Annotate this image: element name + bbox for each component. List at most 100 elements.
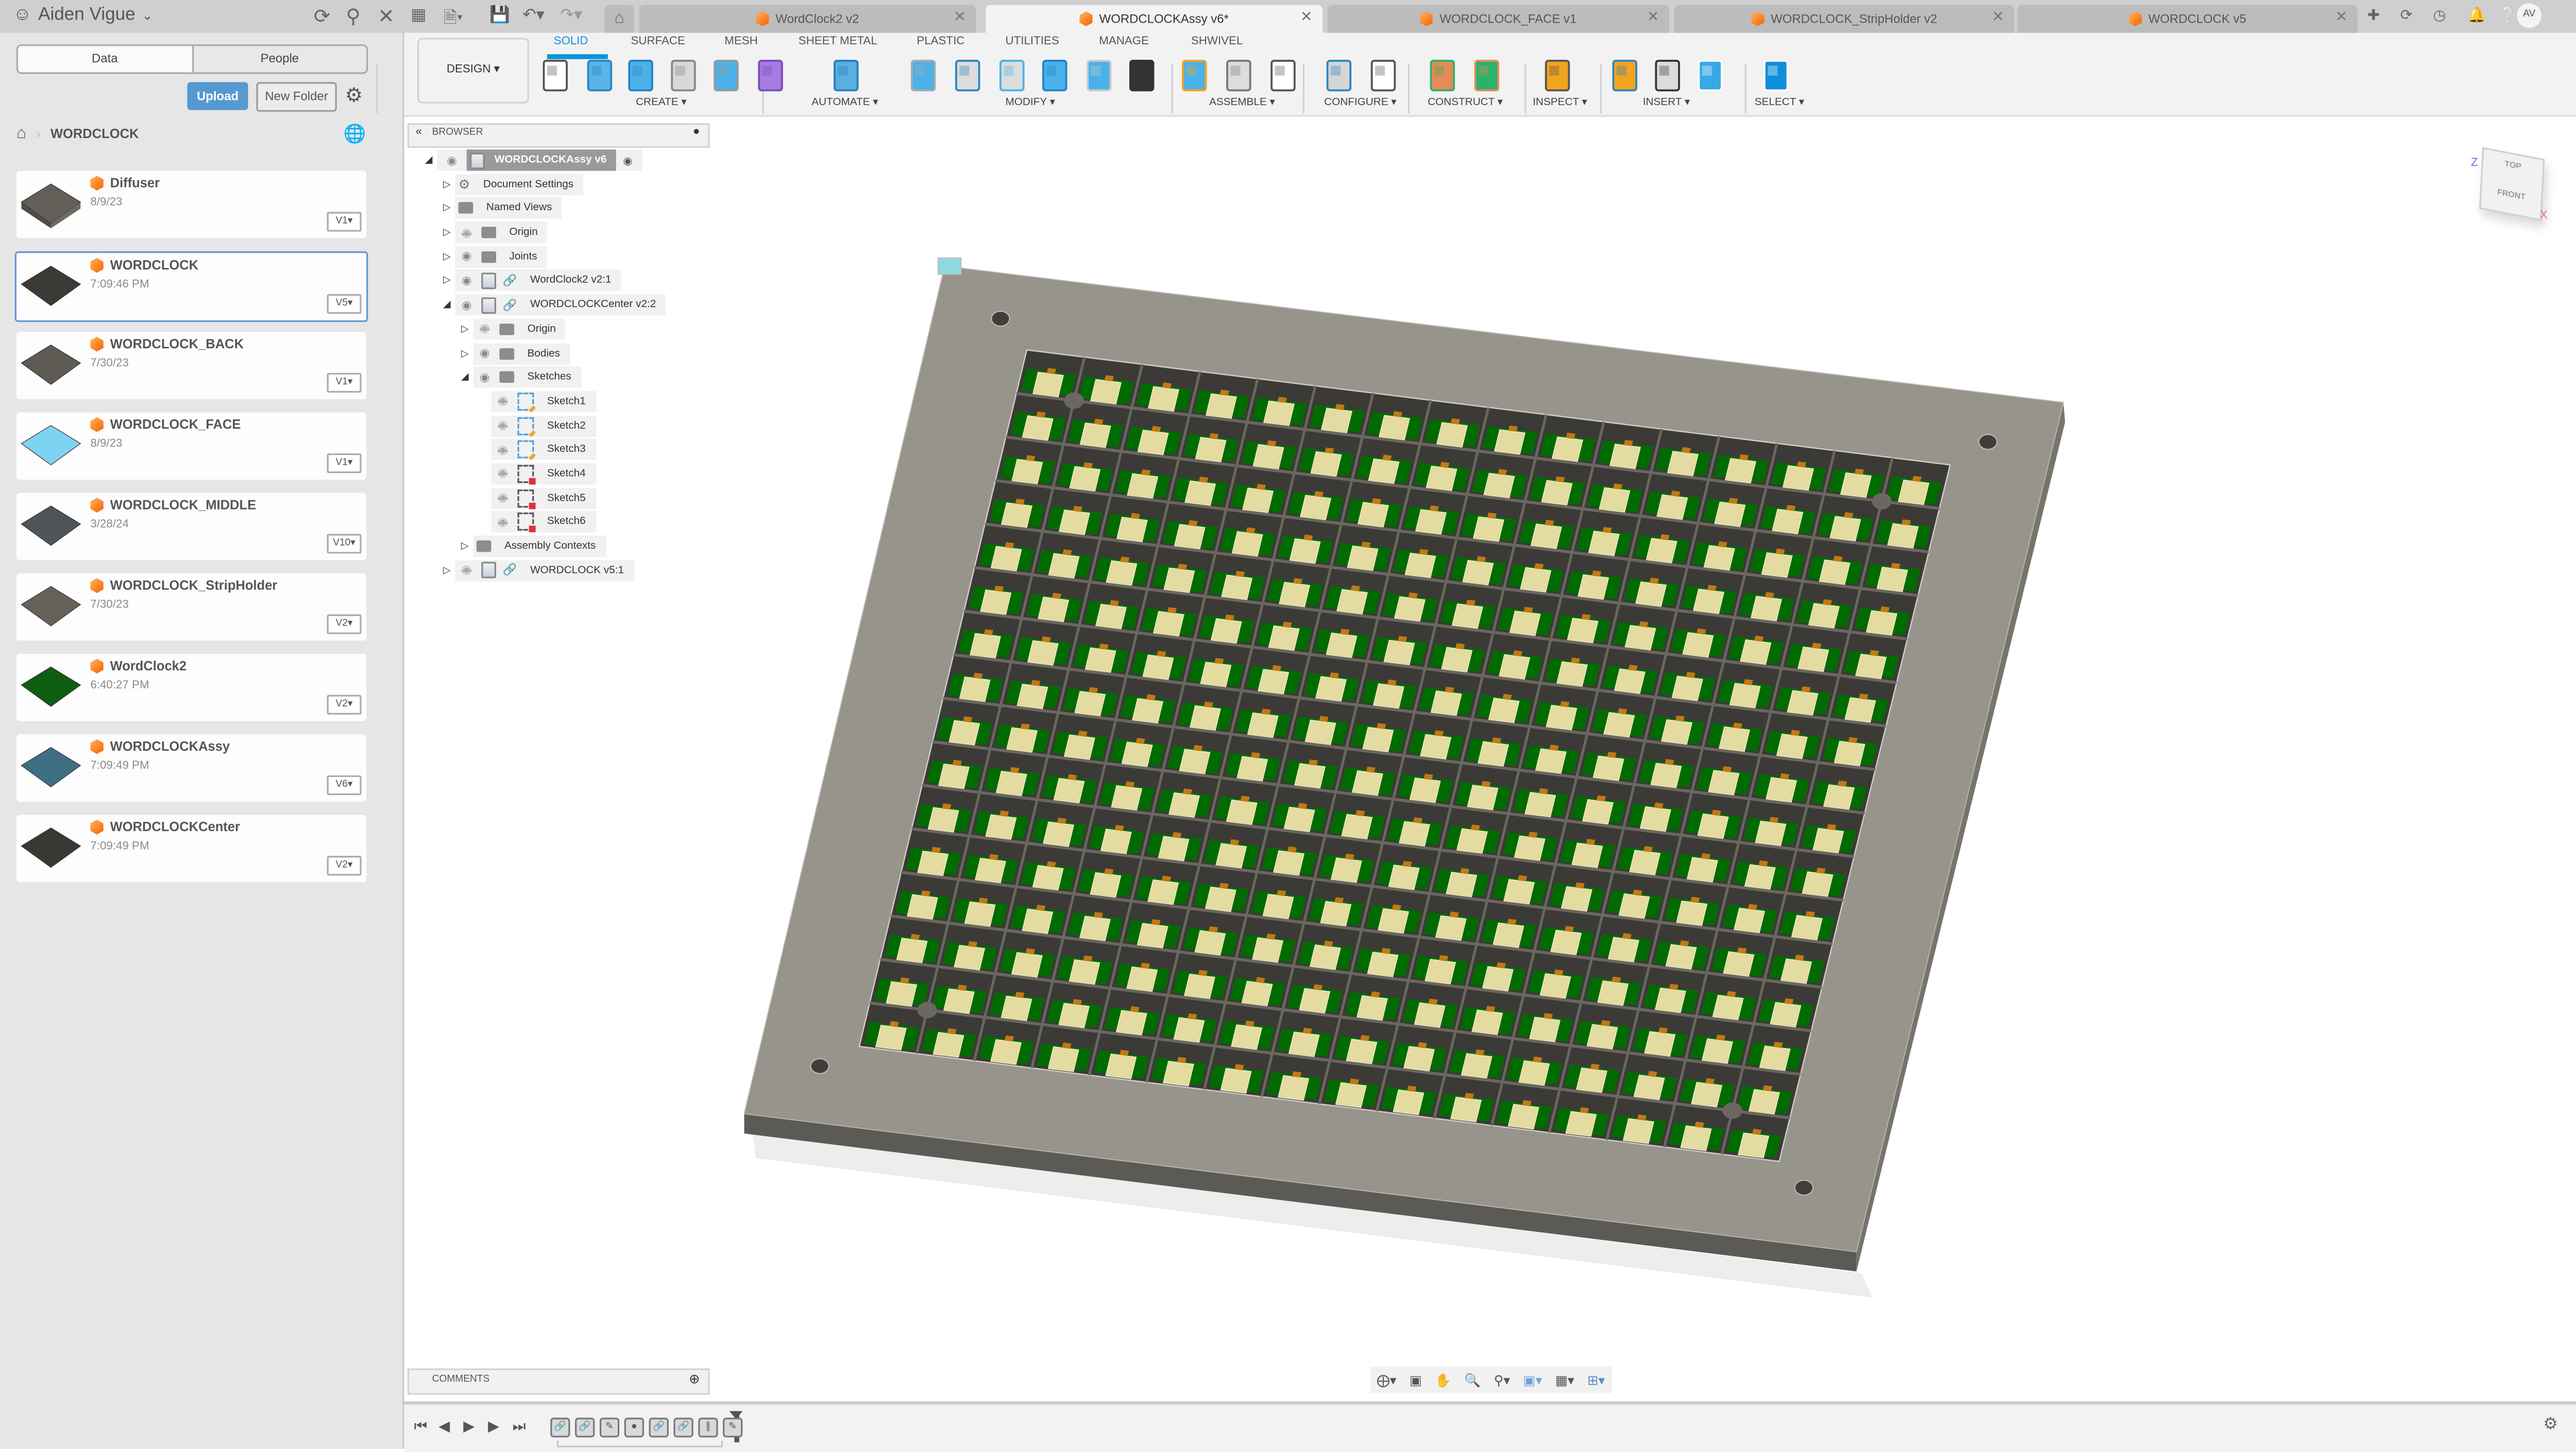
new-tab-plus-icon[interactable]: ✚ (2367, 7, 2380, 25)
grid-settings-icon[interactable]: ▦▾ (1555, 1373, 1574, 1388)
tree-item[interactable]: ◉ Sketch4 (420, 463, 666, 485)
expand-toggle-icon[interactable]: ▷ (438, 275, 455, 286)
expand-toggle-icon[interactable]: ▷ (438, 202, 455, 214)
viewports-icon[interactable]: ⊞▾ (1587, 1373, 1605, 1388)
toolbar-group-modify[interactable]: MODIFY ▾ (1006, 95, 1055, 108)
refresh-icon[interactable]: ⟳ (311, 5, 334, 28)
expand-toggle-icon[interactable]: ▷ (438, 179, 455, 190)
team-selector[interactable]: ☺ Aiden Vigue ⌄ (13, 5, 153, 25)
expand-toggle-icon[interactable]: ▷ (456, 323, 473, 335)
zoom-icon[interactable]: 🔍 (1464, 1373, 1481, 1388)
timeline-joint-icon[interactable]: 🔗 (550, 1417, 570, 1438)
tree-item[interactable]: ◉ Sketch2 (420, 415, 666, 436)
minimize-panel-icon[interactable]: ● (693, 126, 700, 138)
version-dropdown[interactable]: V1▾ (327, 212, 362, 232)
apps-grid-icon[interactable]: ▦ (411, 7, 426, 25)
toolbar-tab-mesh[interactable]: MESH (724, 36, 758, 47)
expand-toggle-icon[interactable]: ◢ (438, 299, 455, 311)
create-sketch-icon[interactable] (539, 58, 572, 94)
file-name[interactable]: WORDCLOCKAssy (90, 739, 230, 754)
expand-toggle-icon[interactable]: ▷ (438, 227, 455, 238)
add-comment-icon[interactable]: ⊕ (689, 1372, 700, 1387)
help-icon[interactable]: ❔ (2499, 7, 2517, 25)
look-at-icon[interactable]: ▣ (1410, 1373, 1422, 1388)
timeline-settings-gear-icon[interactable]: ⚙ (2543, 1416, 2558, 1434)
file-name[interactable]: WORDCLOCK_FACE (90, 417, 241, 432)
insert-mesh-icon[interactable] (1651, 58, 1684, 94)
file-card[interactable]: WORDCLOCK_StripHolder 7/30/23 V2▾ (16, 573, 367, 641)
view-cube-box[interactable]: TOP FRONT (2479, 147, 2545, 221)
expand-toggle-icon[interactable]: ▷ (456, 541, 473, 552)
hidden-eye-icon[interactable]: ◉ (495, 467, 511, 480)
hole-icon[interactable] (667, 58, 700, 94)
version-dropdown[interactable]: V1▾ (327, 373, 362, 393)
midplane-icon[interactable] (1470, 58, 1503, 94)
close-tab-icon[interactable]: ✕ (954, 8, 966, 26)
hidden-eye-icon[interactable]: ◉ (459, 564, 475, 577)
tree-item[interactable]: ◉ Sketch6 (420, 511, 666, 533)
toolbar-group-create[interactable]: CREATE ▾ (636, 95, 687, 108)
version-dropdown[interactable]: V10▾ (327, 534, 362, 554)
new-component-icon[interactable] (1178, 58, 1211, 94)
file-name[interactable]: WORDCLOCK (90, 258, 198, 273)
toolbar-tab-shwivel[interactable]: SHWIVEL (1191, 36, 1243, 47)
expand-toggle-icon[interactable]: ▷ (438, 565, 455, 576)
visibility-eye-icon[interactable]: ◉ (477, 347, 493, 360)
toolbar-group-automate[interactable]: AUTOMATE ▾ (811, 95, 878, 108)
split-body-icon[interactable] (1082, 58, 1115, 94)
tree-item[interactable]: ▷ ◉ 🔗 WordClock2 v2:1 (420, 270, 666, 292)
tree-item[interactable]: ◉ Sketch3 (420, 439, 666, 461)
tree-item[interactable]: ▷ ◉ Bodies (420, 342, 666, 364)
joint-icon[interactable] (1222, 58, 1255, 94)
version-dropdown[interactable]: V2▾ (327, 856, 362, 876)
pattern-icon[interactable] (710, 58, 743, 94)
new-folder-button[interactable]: New Folder (256, 82, 337, 112)
file-card[interactable]: WORDCLOCK 7:09:46 PM V5▾ (14, 251, 368, 322)
notifications-bell-icon[interactable]: 🔔 (2468, 7, 2486, 25)
tab-document[interactable]: WORDCLOCK_FACE v1 ✕ (1327, 5, 1669, 33)
automate-icon[interactable] (829, 58, 862, 94)
bill-of-materials-icon[interactable] (1267, 58, 1300, 94)
tree-item[interactable]: ▷ ◉ Origin (420, 318, 666, 340)
view-cube-top[interactable]: TOP (2483, 156, 2543, 177)
toolbar-tab-surface[interactable]: SURFACE (631, 36, 685, 47)
tree-item[interactable]: ▷ Assembly Contexts (420, 535, 666, 557)
hidden-eye-icon[interactable]: ◉ (495, 515, 511, 529)
timeline-origin-icon[interactable]: ● (624, 1417, 645, 1438)
tree-item[interactable]: ◉ Sketch1 (420, 391, 666, 412)
version-dropdown[interactable]: V2▾ (327, 695, 362, 715)
form-icon[interactable] (754, 58, 787, 94)
undo-icon[interactable]: ↶▾ (522, 7, 545, 25)
home-icon[interactable]: ⌂ (16, 125, 26, 143)
tab-document[interactable]: WORDCLOCKAssy v6* ✕ (986, 5, 1323, 33)
visibility-eye-icon[interactable]: ◉ (459, 250, 475, 263)
press-pull-icon[interactable] (907, 58, 940, 94)
expand-toggle-icon[interactable]: ▷ (438, 251, 455, 262)
measure-icon[interactable] (1541, 58, 1574, 94)
hidden-eye-icon[interactable]: ◉ (495, 419, 511, 432)
step-forward-icon[interactable]: ▶ (488, 1417, 499, 1436)
tree-item[interactable]: ▷ Named Views (420, 197, 666, 220)
close-icon[interactable]: ✕ (375, 5, 398, 28)
offset-plane-icon[interactable] (1426, 58, 1459, 94)
version-dropdown[interactable]: V6▾ (327, 775, 362, 796)
expand-toggle-icon[interactable]: ◢ (456, 372, 473, 383)
orbit-icon[interactable]: ⨁▾ (1377, 1373, 1396, 1388)
visibility-eye-icon[interactable]: ◉ (459, 298, 475, 311)
visibility-eye-icon[interactable]: ◉ (477, 371, 493, 384)
play-icon[interactable]: ▶ (463, 1417, 474, 1436)
display-settings-icon[interactable]: ▣▾ (1523, 1373, 1542, 1388)
configuration-table-icon[interactable] (1367, 58, 1400, 94)
file-card[interactable]: WORDCLOCK_BACK 7/30/23 V1▾ (16, 332, 367, 399)
tab-document[interactable]: WORDCLOCK v5 ✕ (2017, 5, 2358, 33)
toolbar-tab-plastic[interactable]: PLASTIC (917, 36, 964, 47)
toolbar-tab-solid[interactable]: SOLID (554, 36, 588, 47)
tab-document[interactable]: WordClock2 v2 ✕ (639, 5, 976, 33)
file-card[interactable]: WORDCLOCK_FACE 8/9/23 V1▾ (16, 412, 367, 480)
toolbar-group-insert[interactable]: INSERT ▾ (1643, 95, 1690, 108)
timeline-joint-icon[interactable]: 🔗 (649, 1417, 669, 1438)
file-card[interactable]: WORDCLOCKAssy 7:09:49 PM V6▾ (16, 734, 367, 802)
view-cube[interactable]: TOP FRONT Z X (2464, 145, 2563, 235)
avatar[interactable]: AV (2517, 3, 2542, 28)
tree-item[interactable]: ▷ ◉ Joints (420, 246, 666, 267)
